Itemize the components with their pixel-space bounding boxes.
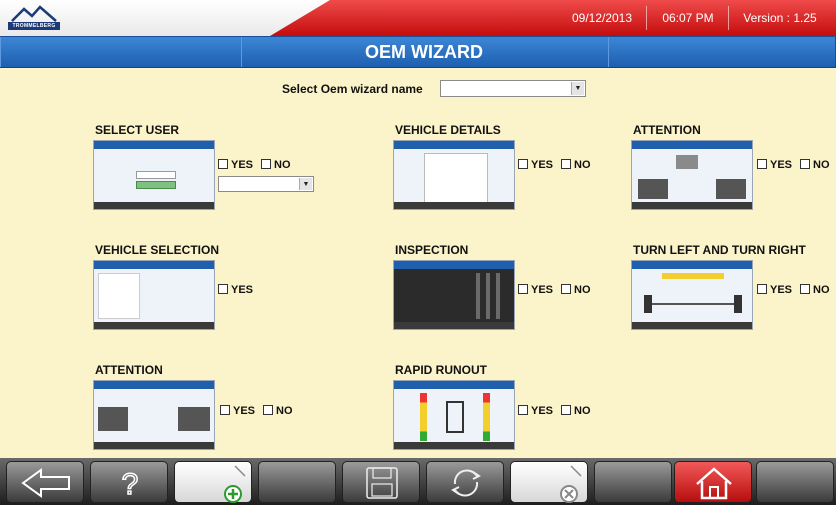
blank-button[interactable] <box>594 461 672 503</box>
no-checkbox[interactable]: NO <box>261 159 291 171</box>
section-title-attention: ATTENTION <box>633 123 701 137</box>
vehicle-details-options: YES NO <box>518 159 599 171</box>
logo-wordmark: TROMMELBERG <box>8 22 60 30</box>
chevron-down-icon[interactable]: ▼ <box>299 178 312 190</box>
section-title-vehicle-selection: VEHICLE SELECTION <box>95 243 220 257</box>
vehicle-selection-options: YES <box>218 284 261 296</box>
back-button[interactable] <box>6 461 84 503</box>
wizard-name-select[interactable]: ▼ <box>440 80 586 97</box>
attention-2-options: YES NO <box>220 405 301 417</box>
attention-2-thumbnail <box>93 380 215 450</box>
blank-button[interactable] <box>258 461 336 503</box>
header-divider <box>646 6 647 30</box>
save-button[interactable] <box>342 461 420 503</box>
title-bar: OEM WIZARD <box>0 36 836 68</box>
home-button[interactable] <box>674 461 752 503</box>
help-button[interactable]: ? <box>90 461 168 503</box>
turn-options: YES NO <box>757 284 836 296</box>
bottom-toolbar: ? <box>0 458 836 505</box>
inspection-thumbnail <box>393 260 515 330</box>
add-document-icon <box>224 465 246 503</box>
turn-thumbnail <box>631 260 753 330</box>
header-time: 06:07 PM <box>662 11 714 25</box>
delete-document-icon <box>560 465 582 503</box>
header-version: Version : 1.25 <box>743 11 817 25</box>
top-bar: TROMMELBERG 09/12/2013 06:07 PM Version … <box>0 0 836 36</box>
wizard-name-label: Select Oem wizard name <box>282 82 423 96</box>
section-title-rapid-runout: RAPID RUNOUT <box>395 363 487 377</box>
home-icon <box>696 467 732 500</box>
chevron-down-icon[interactable]: ▼ <box>571 82 584 95</box>
section-title-inspection: INSPECTION <box>395 243 469 257</box>
no-checkbox[interactable]: NO <box>561 405 591 417</box>
yes-checkbox[interactable]: YES <box>757 159 792 171</box>
select-user-options: YES NO <box>218 159 299 171</box>
back-icon <box>21 468 70 498</box>
yes-checkbox[interactable]: YES <box>518 159 553 171</box>
title-bar-cell <box>0 37 242 67</box>
user-select[interactable]: ▼ <box>218 176 314 192</box>
yes-checkbox[interactable]: YES <box>757 284 792 296</box>
vehicle-details-thumbnail <box>393 140 515 210</box>
no-checkbox[interactable]: NO <box>800 159 830 171</box>
brand-logo: TROMMELBERG <box>8 3 60 31</box>
inspection-options: YES NO <box>518 284 599 296</box>
yes-checkbox[interactable]: YES <box>518 405 553 417</box>
yes-checkbox[interactable]: YES <box>518 284 553 296</box>
section-title-select-user: SELECT USER <box>95 123 180 137</box>
vehicle-selection-thumbnail <box>93 260 215 330</box>
no-checkbox[interactable]: NO <box>800 284 830 296</box>
no-checkbox[interactable]: NO <box>561 284 591 296</box>
attention-thumbnail <box>631 140 753 210</box>
yes-checkbox[interactable]: YES <box>218 159 253 171</box>
refresh-icon <box>451 469 481 497</box>
mountain-logo-icon <box>11 5 57 22</box>
section-title-turn: TURN LEFT AND TURN RIGHT <box>633 243 806 257</box>
section-title-attention-2: ATTENTION <box>95 363 163 377</box>
refresh-button[interactable] <box>426 461 504 503</box>
attention-options: YES NO <box>757 159 836 171</box>
no-checkbox[interactable]: NO <box>263 405 293 417</box>
delete-button[interactable] <box>510 461 588 503</box>
svg-text:?: ? <box>122 468 139 501</box>
select-user-thumbnail <box>93 140 215 210</box>
add-button[interactable] <box>174 461 252 503</box>
no-checkbox[interactable]: NO <box>561 159 591 171</box>
save-icon <box>366 467 398 499</box>
yes-checkbox[interactable]: YES <box>220 405 255 417</box>
header-date: 09/12/2013 <box>571 11 633 25</box>
section-title-vehicle-details: VEHICLE DETAILS <box>395 123 501 137</box>
title-bar-cell <box>608 37 836 67</box>
help-icon: ? <box>121 467 139 502</box>
rapid-runout-options: YES NO <box>518 405 599 417</box>
rapid-runout-thumbnail <box>393 380 515 450</box>
page-title: OEM WIZARD <box>365 42 483 62</box>
blank-button[interactable] <box>756 461 834 503</box>
header-divider <box>728 6 729 30</box>
yes-checkbox[interactable]: YES <box>218 284 253 296</box>
